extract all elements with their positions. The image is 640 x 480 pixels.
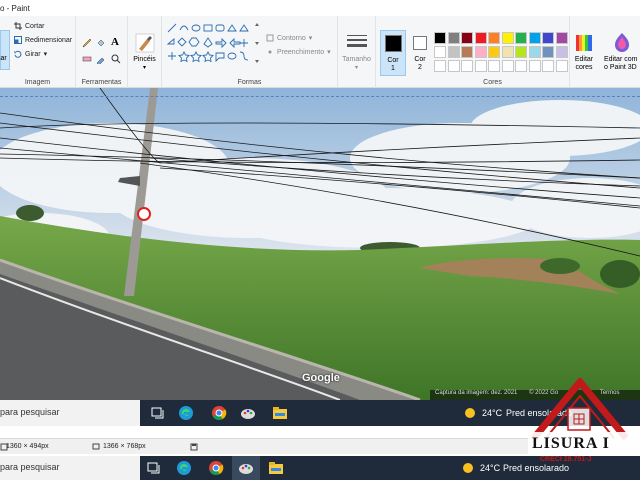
color-swatch[interactable] bbox=[555, 32, 568, 44]
fill-dropdown[interactable]: Preenchimento ▾ bbox=[266, 48, 331, 56]
color-swatch[interactable] bbox=[488, 32, 500, 44]
paint-icon bbox=[241, 409, 255, 419]
lisura-watermark: LISURA I CRECI 28.751-J bbox=[522, 376, 640, 480]
chevron-down-icon: ▾ bbox=[354, 65, 358, 71]
color-swatch[interactable] bbox=[434, 60, 446, 72]
color-palette bbox=[434, 32, 570, 76]
paint-taskbar-button[interactable] bbox=[232, 456, 260, 480]
outline-icon bbox=[266, 34, 274, 42]
chevron-down-icon: ▾ bbox=[43, 51, 48, 58]
chevron-down-icon: ▾ bbox=[327, 49, 331, 56]
color-swatch[interactable] bbox=[461, 32, 473, 44]
color-swatch[interactable] bbox=[528, 60, 541, 72]
color-swatch[interactable] bbox=[542, 46, 554, 58]
magnifier-icon[interactable] bbox=[111, 54, 121, 64]
color-swatch[interactable] bbox=[501, 60, 514, 72]
color-swatch[interactable] bbox=[528, 32, 541, 44]
color-swatch[interactable] bbox=[447, 46, 460, 58]
fill-icon bbox=[268, 50, 272, 54]
canvas-image[interactable]: Google Captura da imagem: dez. 2021 © 20… bbox=[0, 88, 640, 400]
color-swatch[interactable] bbox=[555, 60, 568, 72]
group-label-ferramentas: Ferramentas bbox=[81, 79, 122, 86]
color-swatch[interactable] bbox=[474, 32, 487, 44]
street-view-photo bbox=[0, 88, 640, 400]
ribbon: sar Cortar Redimensionar Girar▾ Imagem A bbox=[0, 16, 640, 88]
chevron-down-icon: ▾ bbox=[142, 65, 146, 71]
color-swatch[interactable] bbox=[474, 46, 487, 58]
task-view-icon bbox=[151, 407, 164, 419]
edge-icon[interactable] bbox=[176, 460, 192, 476]
edit-colors-button[interactable]: Editar cores bbox=[570, 16, 598, 88]
chrome-icon[interactable] bbox=[208, 460, 224, 476]
color-swatch[interactable] bbox=[555, 46, 568, 58]
size-button[interactable]: Tamanho ▾ bbox=[338, 16, 376, 88]
resize-icon bbox=[14, 36, 22, 44]
color-swatch[interactable] bbox=[434, 46, 446, 58]
chevron-down-icon: ▾ bbox=[308, 35, 313, 42]
text-tool-icon[interactable]: A bbox=[111, 36, 119, 48]
edge-icon bbox=[179, 406, 193, 420]
selection-marquee bbox=[0, 96, 640, 97]
save-icon bbox=[190, 443, 198, 451]
title-bar: o - Paint bbox=[0, 0, 640, 16]
group-label-cores: Cores bbox=[483, 79, 502, 86]
google-watermark: Google bbox=[302, 372, 340, 384]
pencil-icon[interactable] bbox=[82, 38, 92, 48]
outline-dropdown[interactable]: Contorno ▾ bbox=[266, 34, 312, 42]
paint-icon bbox=[239, 464, 253, 474]
color-swatch[interactable] bbox=[542, 32, 554, 44]
taskbar-search[interactable]: para pesquisar bbox=[0, 456, 140, 480]
crop-icon bbox=[14, 22, 22, 30]
color-swatch[interactable] bbox=[447, 60, 460, 72]
weather-sun-icon[interactable] bbox=[460, 460, 476, 476]
crop-button[interactable]: Cortar bbox=[14, 22, 44, 30]
task-view-icon[interactable] bbox=[146, 460, 162, 476]
color-swatch[interactable] bbox=[461, 60, 473, 72]
color-swatch[interactable] bbox=[528, 46, 541, 58]
file-explorer-icon[interactable] bbox=[268, 460, 284, 476]
line-width-icon bbox=[347, 35, 367, 47]
color-swatch[interactable] bbox=[461, 46, 473, 58]
color-swatch[interactable] bbox=[515, 32, 527, 44]
lisura-logo bbox=[528, 376, 640, 454]
group-ferramentas: A Ferramentas bbox=[76, 16, 128, 88]
fill-bucket-icon[interactable] bbox=[96, 38, 106, 48]
paint3d-icon bbox=[615, 33, 629, 52]
color-swatch[interactable] bbox=[447, 32, 460, 44]
captured-search-box: para pesquisar bbox=[0, 400, 140, 426]
rotate-icon bbox=[14, 50, 22, 58]
color-swatch[interactable] bbox=[474, 60, 487, 72]
eraser-icon[interactable] bbox=[82, 54, 92, 64]
group-cores: Cores bbox=[376, 16, 570, 88]
color-swatch[interactable] bbox=[515, 46, 527, 58]
shapes-gallery[interactable] bbox=[166, 22, 254, 68]
shapes-scroll[interactable] bbox=[254, 22, 260, 66]
rainbow-palette-icon bbox=[576, 35, 592, 51]
group-formas: Contorno ▾ Preenchimento ▾ Formas bbox=[162, 16, 338, 88]
screen-size-icon bbox=[92, 443, 100, 450]
color-swatch[interactable] bbox=[542, 60, 554, 72]
paint-window: o - Paint sar Cortar Redimensionar Girar… bbox=[0, 0, 640, 480]
group-imagem: sar Cortar Redimensionar Girar▾ Imagem bbox=[0, 16, 76, 88]
paint3d-button[interactable]: Editar com o Paint 3D bbox=[600, 16, 640, 88]
brush-icon bbox=[135, 33, 155, 53]
color-swatch[interactable] bbox=[488, 60, 500, 72]
group-label-imagem: Imagem bbox=[24, 79, 51, 86]
weather-sun-icon bbox=[465, 408, 475, 418]
color-swatch[interactable] bbox=[501, 46, 514, 58]
rotate-button[interactable]: Girar ▾ bbox=[14, 50, 47, 58]
chrome-icon bbox=[212, 406, 227, 420]
color-swatch[interactable] bbox=[501, 32, 514, 44]
window-title: o - Paint bbox=[0, 4, 30, 13]
group-label-formas: Formas bbox=[237, 79, 262, 86]
brushes-button[interactable]: Pincéis ▾ bbox=[128, 16, 162, 88]
resize-button[interactable]: Redimensionar bbox=[14, 36, 72, 44]
color-picker-icon[interactable] bbox=[96, 54, 106, 64]
file-explorer-icon bbox=[273, 407, 287, 419]
select-button[interactable]: sar bbox=[0, 30, 10, 70]
color-swatch[interactable] bbox=[434, 32, 446, 44]
color-swatch[interactable] bbox=[488, 46, 500, 58]
color-swatch[interactable] bbox=[515, 60, 527, 72]
